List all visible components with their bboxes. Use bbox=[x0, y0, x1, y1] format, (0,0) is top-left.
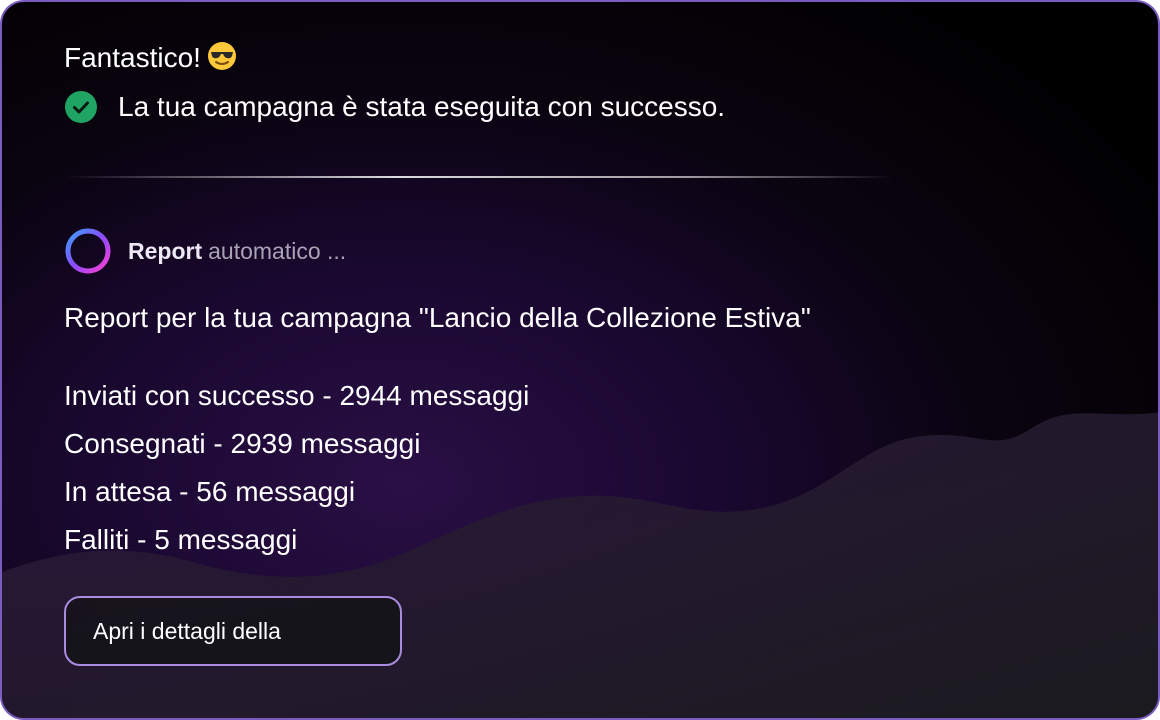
check-circle-icon bbox=[65, 91, 97, 123]
stat-pending: In attesa - 56 messaggi bbox=[64, 476, 356, 507]
report-label: Report bbox=[128, 237, 203, 264]
sunglasses-emoji-icon bbox=[207, 41, 237, 80]
success-text: La tua campagna è stata eseguita con suc… bbox=[118, 91, 726, 122]
divider bbox=[64, 176, 894, 178]
stat-sent: Inviati con successo - 2944 messaggi bbox=[64, 380, 530, 411]
open-details-button[interactable]: Apri i dettagli della bbox=[64, 596, 402, 666]
report-title: Report per la tua campagna "Lancio della… bbox=[64, 302, 811, 333]
greeting-line: Fantastico! bbox=[64, 40, 237, 80]
success-message: La tua campagna è stata eseguita con suc… bbox=[64, 89, 725, 125]
report-stats: Inviati con successo - 2944 messaggi Con… bbox=[64, 378, 529, 570]
stat-delivered: Consegnati - 2939 messaggi bbox=[64, 428, 421, 459]
stat-failed: Falliti - 5 messaggi bbox=[64, 524, 298, 555]
report-status: automatico ... bbox=[208, 237, 347, 264]
campaign-result-card: Fantastico! La tua campagna è stata eseg… bbox=[0, 0, 1160, 720]
report-header: Report automatico ... bbox=[64, 227, 346, 275]
loading-ring-icon bbox=[65, 228, 111, 274]
greeting-text: Fantastico! bbox=[64, 42, 201, 73]
